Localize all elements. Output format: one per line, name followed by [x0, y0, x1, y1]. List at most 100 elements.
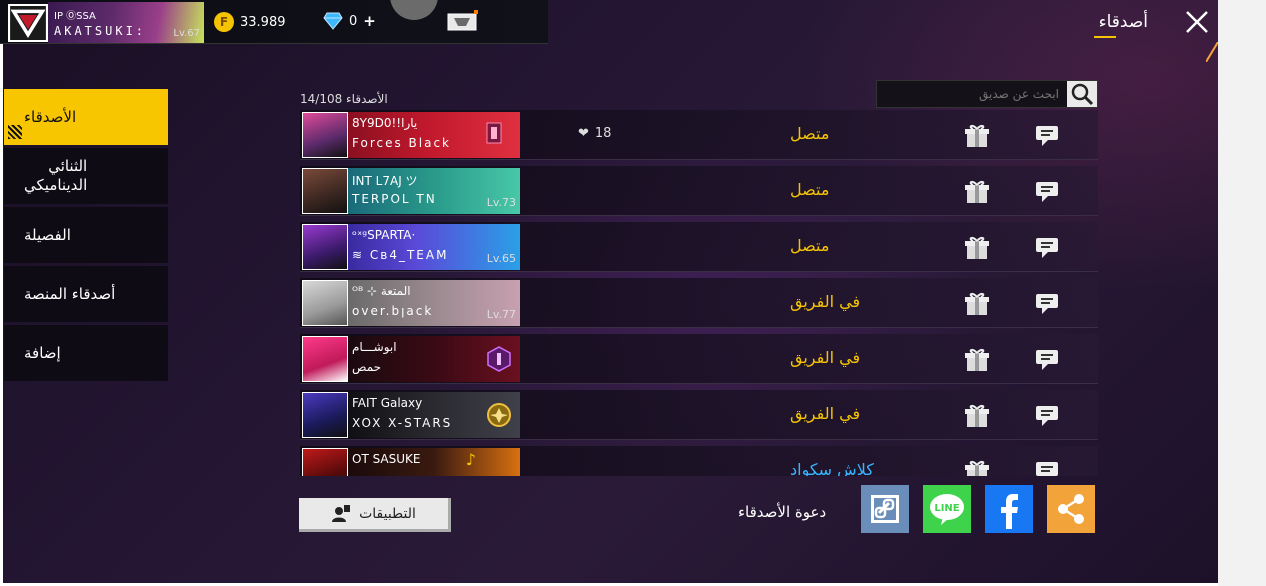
player-banner[interactable]: IP ⓄSSA AKATSUKI: Lv.67 — [48, 2, 204, 43]
user-icon — [332, 504, 351, 522]
friend-row[interactable]: ابوشـــام حمص في الفريق — [300, 334, 1098, 384]
left-frame — [0, 0, 3, 586]
send-gift-icon[interactable] — [964, 235, 990, 261]
active-stripes — [8, 125, 22, 139]
share-icon[interactable] — [1047, 485, 1095, 533]
close-icon[interactable] — [1183, 8, 1211, 36]
friend-avatar[interactable] — [302, 280, 348, 326]
friend-guild: Forces Black — [352, 136, 451, 150]
heart-icon: ❤ — [578, 126, 589, 141]
friend-guild: حمص — [352, 360, 382, 374]
elite-pass-icon[interactable] — [446, 10, 478, 32]
search-input[interactable] — [877, 81, 1069, 107]
friend-avatar[interactable] — [302, 224, 348, 270]
chat-icon[interactable] — [1034, 236, 1062, 260]
friend-name: ᵒˣᵍSPARTA· — [352, 228, 416, 242]
friend-row[interactable]: ᵒˣᵍSPARTA· ≋ Cв4_TEAM Lv.65 متصل — [300, 222, 1098, 272]
friend-name: 8Y9D0!!يارا — [352, 116, 418, 130]
friends-list[interactable]: 8Y9D0!!يارا Forces Black ❤ 18 متصل INT L… — [300, 110, 1098, 476]
friend-name: OT SASUKE — [352, 452, 421, 466]
sidebar-item-platform-friends[interactable]: أصدقاء المنصة — [4, 266, 168, 322]
friend-avatar[interactable] — [302, 448, 348, 476]
rank-badge-icon — [487, 403, 511, 427]
send-gift-icon[interactable] — [964, 123, 990, 149]
gold-amount: 33.989 — [240, 14, 286, 30]
friend-avatar[interactable] — [302, 336, 348, 382]
friend-level: Lv.77 — [486, 308, 516, 321]
friend-banner: ابوشـــام حمص — [348, 336, 520, 382]
apps-label: التطبيقات — [359, 505, 416, 522]
friend-status: متصل — [790, 236, 830, 255]
friends-screen: IP ⓄSSA AKATSUKI: Lv.67 F 33.989 0 + أصد… — [0, 0, 1266, 586]
sidebar-item-add[interactable]: إضافة — [4, 325, 168, 381]
friend-banner: ᵒˣᵍSPARTA· ≋ Cв4_TEAM Lv.65 — [348, 224, 520, 270]
friend-banner: 8Y9D0!!يارا Forces Black — [348, 112, 520, 158]
title-underline — [1094, 36, 1116, 38]
avatar-emblem-icon — [10, 6, 46, 40]
friend-status: كلاش سكواد — [790, 460, 874, 476]
sidebar-item-dynamic-duo[interactable]: الثنائي الديناميكي — [4, 148, 168, 204]
sidebar-item-label: أصدقاء المنصة — [24, 285, 116, 303]
chat-icon[interactable] — [1034, 180, 1062, 204]
friend-name: FAIT Galaxy — [352, 396, 423, 410]
send-gift-icon[interactable] — [964, 459, 990, 476]
chat-icon[interactable] — [1034, 292, 1062, 316]
diamond-amount: 0 — [349, 13, 358, 29]
facebook-icon[interactable] — [985, 485, 1033, 533]
chat-icon[interactable] — [1034, 124, 1062, 148]
chat-icon[interactable] — [1034, 348, 1062, 372]
friend-banner: ᴼᴮ ⊹ المتعة oᴠer.bꞁack Lv.77 — [348, 280, 520, 326]
add-diamonds-button[interactable]: + — [363, 12, 376, 30]
chat-icon[interactable] — [1034, 460, 1062, 476]
like-count: 18 — [594, 126, 612, 141]
friend-row[interactable]: OT SASUKE ♪ كلاش سكواد — [300, 446, 1098, 476]
player-level: Lv.67 — [173, 28, 200, 39]
friends-count: الأصدقاء 14/108 — [300, 92, 388, 106]
invite-friends-label: دعوة الأصدقاء — [738, 503, 827, 521]
gold-counter: F 33.989 — [214, 12, 286, 32]
sidebar-item-friends[interactable]: الأصدقاء — [4, 89, 168, 145]
right-edge-strip — [1218, 0, 1266, 586]
friend-avatar[interactable] — [302, 392, 348, 438]
sidebar-item-label: الفصيلة — [24, 226, 71, 244]
send-gift-icon[interactable] — [964, 291, 990, 317]
friend-row[interactable]: 8Y9D0!!يارا Forces Black ❤ 18 متصل — [300, 110, 1098, 160]
friend-avatar[interactable] — [302, 112, 348, 158]
friend-level: Lv.73 — [486, 196, 516, 209]
friend-name: INT L7AJ ツ — [352, 174, 418, 188]
label-line-1: الثنائي — [48, 157, 88, 175]
friend-status: في الفريق — [790, 404, 861, 423]
friend-status: في الفريق — [790, 348, 861, 367]
friend-row[interactable]: FAIT Galaxy XOX X-STARS في الفريق — [300, 390, 1098, 440]
top-center-button[interactable] — [390, 0, 438, 20]
music-note-icon: ♪ — [465, 450, 476, 469]
link-icon[interactable] — [861, 485, 909, 533]
friend-row[interactable]: ᴼᴮ ⊹ المتعة oᴠer.bꞁack Lv.77 في الفريق — [300, 278, 1098, 328]
player-tag: IP ⓄSSA — [54, 11, 96, 22]
gold-coin-icon: F — [214, 12, 234, 32]
rank-badge-icon — [487, 346, 511, 372]
friend-status: في الفريق — [790, 292, 861, 311]
send-gift-icon[interactable] — [964, 179, 990, 205]
player-avatar[interactable] — [8, 4, 48, 42]
friend-status: متصل — [790, 180, 830, 199]
sidebar-item-label: الثنائي الديناميكي — [24, 157, 87, 195]
diamond-counter[interactable]: 0 + — [323, 12, 376, 30]
top-bar: IP ⓄSSA AKATSUKI: Lv.67 F 33.989 0 + — [0, 0, 548, 44]
apps-button[interactable]: التطبيقات — [299, 498, 451, 532]
friend-level: Lv.65 — [486, 252, 516, 265]
label-line-2: الديناميكي — [24, 176, 88, 194]
sidebar-item-guild[interactable]: الفصيلة — [4, 207, 168, 263]
friend-row[interactable]: INT L7AJ ツ TERPOL TN Lv.73 متصل — [300, 166, 1098, 216]
chat-icon[interactable] — [1034, 404, 1062, 428]
search-box — [876, 80, 1098, 108]
friend-avatar[interactable] — [302, 168, 348, 214]
friend-banner: OT SASUKE ♪ — [348, 448, 520, 476]
line-icon[interactable]: LINE — [923, 485, 971, 533]
search-icon[interactable] — [1067, 81, 1097, 107]
send-gift-icon[interactable] — [964, 403, 990, 429]
friend-guild: XOX X-STARS — [352, 416, 453, 430]
player-name: AKATSUKI: — [54, 24, 147, 38]
svg-text:LINE: LINE — [934, 503, 959, 514]
send-gift-icon[interactable] — [964, 347, 990, 373]
